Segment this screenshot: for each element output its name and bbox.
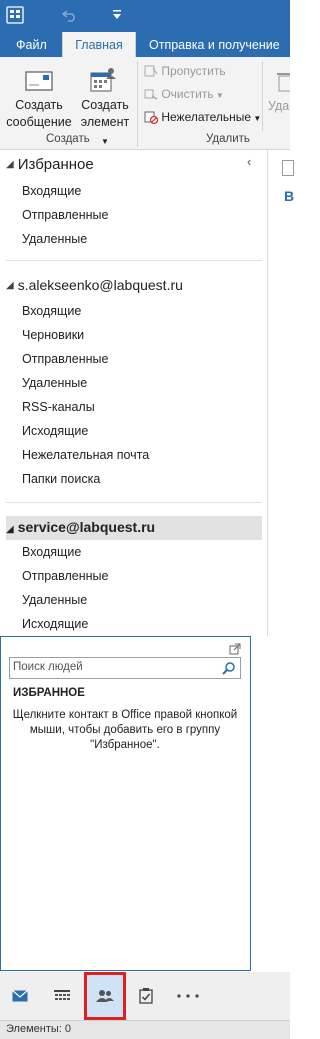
folder-item[interactable]: Входящие	[22, 304, 81, 318]
folder-item[interactable]: RSS-каналы	[22, 400, 95, 414]
dropdown-arrow-icon: ▼	[101, 137, 109, 146]
items-count: Элементы: 0	[6, 1023, 72, 1035]
junk-label: Нежелательные	[161, 110, 252, 124]
folder-item[interactable]: Входящие	[22, 545, 81, 559]
folder-item[interactable]: Отправленные	[22, 208, 108, 222]
delete-button[interactable]: Уда	[268, 59, 290, 129]
folder-item[interactable]: Удаленные	[22, 232, 87, 246]
new-email-icon	[25, 71, 53, 91]
folder-pane: ‹ ◢ Избранное Входящие Отправленные Удале…	[0, 150, 268, 636]
account-title: service@labquest.ru	[17, 519, 156, 535]
folder-item[interactable]: Удаленные	[22, 376, 87, 390]
people-icon	[96, 990, 114, 1002]
search-box-edge[interactable]	[282, 160, 294, 176]
favorites-title: Избранное	[17, 156, 94, 173]
message-list-pane: В	[268, 150, 294, 972]
tab-home[interactable]: Главная	[62, 32, 136, 57]
account-header[interactable]: ◢ s.alekseenko@labquest.ru	[6, 277, 183, 293]
folder-item[interactable]: Отправленные	[22, 352, 108, 366]
people-search-input[interactable]: Поиск людей	[9, 657, 241, 679]
delete-label: Уда	[268, 99, 290, 113]
favorites-heading: ИЗБРАННОЕ	[13, 687, 85, 699]
account-header-selected[interactable]: ◢ service@labquest.ru	[6, 516, 262, 540]
folder-item[interactable]: Отправленные	[22, 569, 108, 583]
ignore-icon	[144, 65, 158, 77]
mail-icon	[12, 990, 28, 1002]
group-separator	[137, 61, 138, 147]
clean-up-button[interactable]: Очистить ▼	[144, 87, 224, 101]
group-separator	[262, 61, 263, 131]
ribbon: Создать сообщение Создать элемент ▼ Созд…	[0, 57, 290, 150]
junk-button[interactable]: Нежелательные ▼	[144, 110, 262, 125]
ignore-button[interactable]: Пропустить	[144, 64, 226, 78]
clean-up-icon	[144, 89, 158, 100]
delete-icon	[277, 73, 290, 92]
folder-item[interactable]: Папки поиска	[22, 472, 100, 486]
people-search-placeholder: Поиск людей	[13, 661, 83, 673]
folder-item[interactable]: Удаленные	[22, 593, 87, 607]
ribbon-tabs: Файл Главная Отправка и получение	[0, 32, 290, 57]
new-item-label-text: элемент	[80, 115, 130, 129]
folder-item[interactable]: Исходящие	[22, 617, 88, 631]
dropdown-arrow-icon: ▼	[251, 114, 262, 123]
list-filter-tab[interactable]: В	[284, 188, 294, 204]
search-icon[interactable]	[222, 661, 236, 675]
clean-up-label: Очистить	[161, 87, 214, 101]
ignore-label: Пропустить	[161, 64, 226, 78]
group-delete-label: Удалить	[206, 133, 250, 145]
outlook-icon[interactable]	[6, 6, 24, 24]
collapse-pane-icon[interactable]: ‹	[247, 154, 251, 169]
undo-icon[interactable]	[62, 8, 78, 22]
pop-out-icon[interactable]	[229, 643, 241, 655]
group-create-label: Создать	[46, 133, 90, 145]
new-item-icon	[90, 68, 116, 92]
account-title: s.alekseenko@labquest.ru	[17, 277, 183, 293]
section-divider	[6, 502, 262, 503]
favorites-header[interactable]: ◢ Избранное	[6, 156, 94, 173]
nav-calendar[interactable]	[42, 972, 82, 1020]
nav-people[interactable]	[84, 972, 126, 1020]
new-item-label-line1: Создать	[81, 98, 129, 112]
nav-mail[interactable]	[0, 972, 40, 1020]
module-nav-bar	[0, 972, 290, 1020]
new-message-button[interactable]: Создать сообщение	[4, 59, 74, 129]
junk-icon	[144, 111, 159, 125]
folder-item[interactable]: Черновики	[22, 328, 84, 342]
new-message-label-line1: Создать	[15, 98, 63, 112]
calendar-icon	[54, 990, 70, 1000]
expand-triangle-icon: ◢	[6, 159, 14, 170]
nav-more[interactable]	[168, 972, 208, 1020]
section-divider	[6, 260, 262, 261]
tab-send-receive[interactable]: Отправка и получение	[149, 32, 280, 57]
customize-quick-access-icon[interactable]	[112, 9, 122, 21]
folder-item[interactable]: Входящие	[22, 184, 81, 198]
new-item-button[interactable]: Создать элемент ▼	[76, 59, 134, 146]
folder-item[interactable]: Исходящие	[22, 424, 88, 438]
more-icon	[177, 994, 199, 998]
folder-item[interactable]: Нежелательная почта	[22, 448, 149, 462]
nav-tasks[interactable]	[126, 972, 166, 1020]
status-bar: Элементы: 0	[0, 1020, 290, 1039]
dropdown-arrow-icon: ▼	[213, 91, 224, 100]
tab-file[interactable]: Файл	[16, 32, 47, 57]
people-peek: Поиск людей ИЗБРАННОЕ Щелкните контакт в…	[0, 636, 251, 971]
favorites-hint: Щелкните контакт в Office правой кнопкой…	[12, 709, 238, 751]
expand-triangle-icon: ◢	[6, 280, 14, 291]
title-bar	[0, 0, 290, 32]
expand-triangle-icon: ◢	[6, 524, 14, 535]
tasks-icon	[139, 988, 153, 1004]
new-message-label-line2: сообщение	[6, 115, 72, 129]
